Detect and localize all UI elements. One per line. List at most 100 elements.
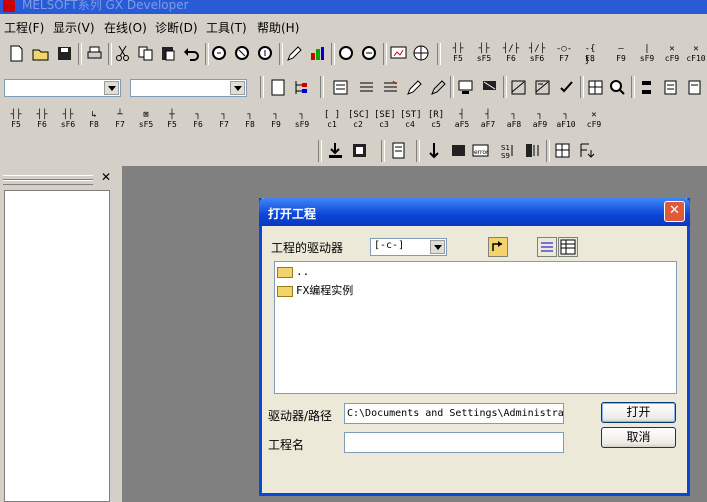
vertical-line-button[interactable]: | sF9 [637,43,657,65]
comment-button[interactable] [268,77,289,98]
run-button[interactable] [424,140,445,161]
ladder-key[interactable]: [SC] c2 [348,109,370,131]
paste-button[interactable] [158,43,179,64]
menu-view[interactable]: 显示(V) [53,19,95,36]
monitor-mode-button[interactable] [455,77,476,98]
partial-run-button[interactable] [552,140,573,161]
chevron-down-icon[interactable] [230,81,245,95]
find-device-button[interactable] [607,77,628,98]
ladder-key[interactable]: ┐ aF9 [530,109,550,131]
ladder-key[interactable]: ↳ F8 [84,109,104,131]
open-button[interactable]: 打开 [601,402,676,423]
detail-view-button[interactable] [558,237,578,257]
device-search-button[interactable] [209,43,230,64]
ladder-key[interactable]: [SE] c3 [374,109,396,131]
list-view-button[interactable] [537,237,557,257]
step-search-button[interactable] [255,43,276,64]
copy-button[interactable] [135,43,156,64]
path-field[interactable]: C:\Documents and Settings\Administra [344,403,564,424]
ladder-key[interactable]: ┐ F8 [240,109,260,131]
read-mode-button[interactable] [428,77,449,98]
open-file-button[interactable] [30,43,51,64]
horizontal-line-button[interactable]: — F9 [611,43,631,65]
list-item[interactable]: .. [277,265,309,281]
monitor-button[interactable] [388,43,409,64]
ladder-key[interactable]: ┤├ F6 [32,109,52,131]
chevron-down-icon[interactable] [430,240,445,254]
ladder-key[interactable]: ┐ aF8 [504,109,524,131]
monitor-write-button[interactable] [479,77,500,98]
parameter-button[interactable] [307,43,328,64]
cancel-button[interactable]: 取消 [601,427,676,448]
dialog-title-bar[interactable]: 打开工程 ✕ [259,198,690,226]
note-toggle-button[interactable] [684,77,705,98]
menu-online[interactable]: 在线(O) [104,19,147,36]
chevron-down-icon[interactable] [104,81,119,95]
plc-write-button[interactable] [349,140,370,161]
write-mode-button[interactable] [404,77,425,98]
error-button[interactable]: error [470,140,491,161]
program-write-button[interactable] [284,43,305,64]
device-batch-button[interactable] [585,77,606,98]
zoom-in-button[interactable] [336,43,357,64]
ladder-key[interactable]: ┼ F5 [162,109,182,131]
delete-vertical-button[interactable]: ✕ cF10 [686,43,706,65]
ladder-mode-button[interactable] [330,77,351,98]
remote-operation-button[interactable] [388,140,409,161]
menu-project[interactable]: 工程(F) [4,19,44,36]
cut-button[interactable] [112,43,133,64]
menu-help[interactable]: 帮助(H) [257,19,299,36]
zoom-out-button[interactable] [359,43,380,64]
ladder-key[interactable]: ┤ aF5 [452,109,472,131]
instruction-search-button[interactable] [232,43,253,64]
coil-button[interactable]: -○- F7 [554,43,574,65]
instruction-list-button[interactable] [380,77,401,98]
folder-list[interactable]: .. FX编程实例 [274,261,677,394]
ladder-key[interactable]: ✕ cF9 [584,109,604,131]
print-button[interactable] [84,43,105,64]
ladder-key[interactable]: ┐ F7 [214,109,234,131]
parallel-nc-button[interactable]: ┤/├ sF6 [527,43,547,65]
ladder-key[interactable]: [ ] c1 [322,109,342,131]
delete-horizontal-button[interactable]: ✕ cF9 [662,43,682,65]
ladder-key[interactable]: ┤ aF7 [478,109,498,131]
comment-toggle-button[interactable] [636,77,657,98]
up-folder-button[interactable] [488,237,508,257]
contact-no-button[interactable]: ┤├ F5 [448,43,468,65]
panel-grip[interactable] [3,180,93,185]
sampling-button[interactable] [576,140,597,161]
ladder-key[interactable]: ┤├ F5 [6,109,26,131]
ladder-key[interactable]: ┐ F6 [188,109,208,131]
dialog-close-button[interactable]: ✕ [664,201,685,222]
undo-button[interactable] [181,43,202,64]
convert-all-button[interactable] [532,77,553,98]
project-tree-button[interactable] [291,77,312,98]
new-file-button[interactable] [6,43,27,64]
menu-tools[interactable]: 工具(T) [206,19,247,36]
panel-close-button[interactable]: ✕ [99,171,113,185]
ladder-key[interactable]: [ST] c4 [400,109,422,131]
drive-select[interactable]: [-c-] [370,238,447,256]
project-name-field[interactable] [344,432,564,453]
project-tree[interactable] [4,190,110,502]
convert-button[interactable] [508,77,529,98]
online-button[interactable] [411,43,432,64]
data-type-select[interactable] [130,79,247,97]
statement-toggle-button[interactable] [660,77,681,98]
ladder-key[interactable]: ┐ F9 [266,109,286,131]
ladder-key[interactable]: ┴ F7 [110,109,130,131]
contact-nc-button[interactable]: ┤/├ F6 [501,43,521,65]
ladder-key[interactable]: ⊠ sF5 [136,109,156,131]
list-mode-button[interactable] [356,77,377,98]
application-instruction-button[interactable]: -{ }- F8 [580,43,600,66]
ladder-key[interactable]: [R] c5 [426,109,446,131]
skip-run-button[interactable] [522,140,543,161]
menu-diagnose[interactable]: 诊断(D) [155,19,198,36]
plc-read-button[interactable] [325,140,346,161]
step-run-button[interactable]: S1 S9 [498,140,519,161]
stop-button[interactable] [448,140,469,161]
program-list-select[interactable] [4,79,121,97]
ladder-key[interactable]: ┐ aF10 [556,109,576,131]
ladder-key[interactable]: ┐ sF9 [292,109,312,131]
list-item[interactable]: FX编程实例 [277,282,353,298]
